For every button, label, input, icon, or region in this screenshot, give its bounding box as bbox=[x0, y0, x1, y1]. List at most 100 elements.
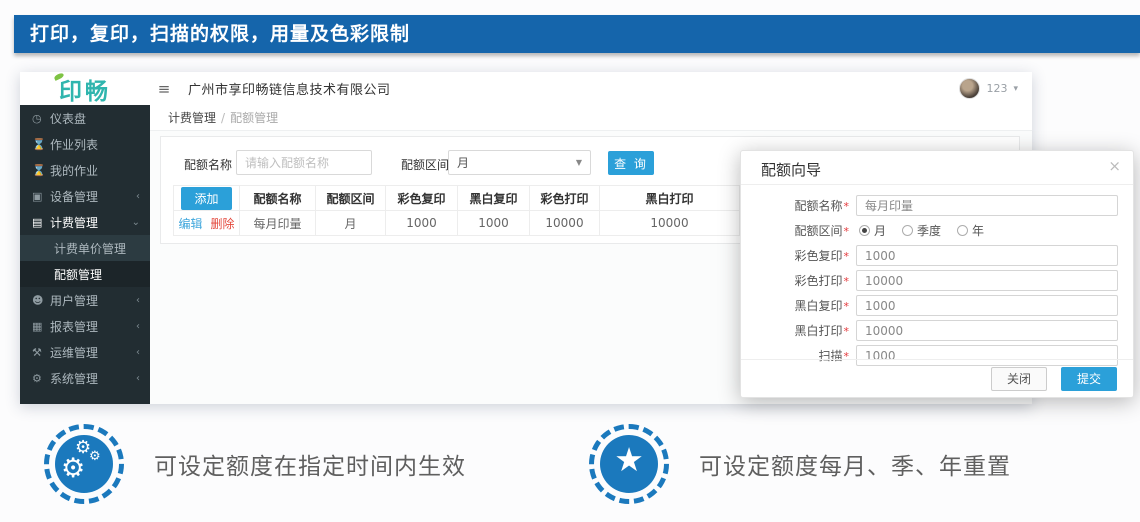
required-asterisk: * bbox=[844, 325, 850, 338]
quota-range-select[interactable]: 月 ▼ bbox=[448, 150, 591, 175]
radio-icon bbox=[957, 225, 968, 236]
chevron-down-icon: ▾ bbox=[1013, 84, 1018, 94]
quota-range-label: 配额区间 bbox=[401, 156, 449, 173]
sidebar-item-label: 计费管理 bbox=[50, 214, 98, 231]
required-asterisk: * bbox=[844, 225, 850, 238]
color-copy-field[interactable] bbox=[856, 245, 1118, 266]
field-label: 黑白打印* bbox=[741, 322, 849, 339]
radio-label: 月 bbox=[874, 222, 886, 239]
sidebar-item-device-mgmt[interactable]: ▣ 设备管理 ‹ bbox=[20, 183, 150, 209]
sidebar-item-billing-price-mgmt[interactable]: 计费单价管理 bbox=[20, 235, 150, 261]
chevron-down-icon: ⌄ bbox=[132, 217, 140, 228]
sidebar-item-billing-mgmt[interactable]: ▤ 计费管理 ⌄ bbox=[20, 209, 150, 235]
gear-icon: ⚙ bbox=[32, 372, 50, 385]
actions-header: 添加 bbox=[174, 186, 240, 211]
chevron-left-icon: ‹ bbox=[136, 295, 140, 306]
color-print-field[interactable] bbox=[856, 270, 1118, 291]
radio-label: 年 bbox=[972, 222, 984, 239]
column-header: 配额区间 bbox=[316, 186, 386, 211]
user-icon: ☻ bbox=[32, 294, 50, 307]
chevron-left-icon: ‹ bbox=[136, 373, 140, 384]
field-label: 彩色打印* bbox=[741, 272, 849, 289]
sidebar-item-my-jobs[interactable]: ⌛ 我的作业 bbox=[20, 157, 150, 183]
device-icon: ▣ bbox=[32, 190, 50, 203]
modal-title: 配额向导 bbox=[761, 159, 821, 180]
radio-quarter[interactable]: 季度 bbox=[902, 222, 941, 239]
sidebar-item-label: 作业列表 bbox=[50, 136, 98, 153]
banknote-icon: ▤ bbox=[32, 216, 50, 229]
quota-name-input[interactable] bbox=[236, 150, 372, 175]
sidebar-item-job-list[interactable]: ⌛ 作业列表 bbox=[20, 131, 150, 157]
sidebar-item-user-mgmt[interactable]: ☻ 用户管理 ‹ bbox=[20, 287, 150, 313]
close-button[interactable]: 关闭 bbox=[991, 367, 1047, 391]
modal-body: 配额名称* 配额区间* 月 季度 年 彩色复印* bbox=[741, 185, 1133, 359]
radio-year[interactable]: 年 bbox=[957, 222, 984, 239]
column-header: 彩色打印 bbox=[530, 186, 600, 211]
sidebar-item-label: 用户管理 bbox=[50, 292, 98, 309]
sidebar-item-label: 设备管理 bbox=[50, 188, 98, 205]
app-logo[interactable]: 印畅 bbox=[20, 72, 150, 106]
company-name: 广州市享印畅链信息技术有限公司 bbox=[188, 79, 391, 98]
breadcrumb-separator: / bbox=[221, 111, 225, 125]
app-header: 印畅 ≡ 广州市享印畅链信息技术有限公司 123 ▾ bbox=[20, 72, 1032, 105]
breadcrumb-parent[interactable]: 计费管理 bbox=[168, 109, 216, 126]
sidebar-item-system-mgmt[interactable]: ⚙ 系统管理 ‹ bbox=[20, 365, 150, 391]
cell-quota-name: 每月印量 bbox=[240, 211, 316, 236]
chevron-left-icon: ‹ bbox=[136, 191, 140, 202]
sidebar-item-label: 仪表盘 bbox=[50, 110, 86, 127]
radio-month[interactable]: 月 bbox=[859, 222, 886, 239]
field-row-mono-print: 黑白打印* bbox=[741, 318, 1133, 343]
feature-reset-cycle: ★ 可设定额度每月、季、年重置 bbox=[589, 424, 1011, 504]
user-menu[interactable]: 123 ▾ bbox=[959, 78, 1018, 99]
delete-link[interactable]: 删除 bbox=[211, 217, 235, 231]
modal-footer: 关闭 提交 bbox=[741, 359, 1133, 397]
quota-name-field[interactable] bbox=[856, 195, 1118, 216]
cell-quota-range: 月 bbox=[316, 211, 386, 236]
breadcrumb-current: 配额管理 bbox=[230, 109, 278, 126]
sidebar-item-ops-mgmt[interactable]: ⚒ 运维管理 ‹ bbox=[20, 339, 150, 365]
sidebar: ◷ 仪表盘 ⌛ 作业列表 ⌛ 我的作业 ▣ 设备管理 ‹ ▤ 计费管理 ⌄ 计费… bbox=[20, 105, 150, 404]
radio-label: 季度 bbox=[917, 222, 941, 239]
hourglass-icon: ⌛ bbox=[32, 138, 50, 151]
required-asterisk: * bbox=[844, 300, 850, 313]
banner-title: 打印，复印，扫描的权限，用量及色彩限制 bbox=[14, 15, 1140, 53]
column-header: 黑白打印 bbox=[600, 186, 740, 211]
sidebar-item-label: 配额管理 bbox=[54, 266, 102, 283]
required-asterisk: * bbox=[844, 275, 850, 288]
radio-icon bbox=[902, 225, 913, 236]
dashboard-icon: ◷ bbox=[32, 112, 50, 125]
close-icon[interactable]: × bbox=[1108, 157, 1121, 175]
row-actions: 编辑删除 bbox=[174, 211, 240, 236]
feature-text: 可设定额度在指定时间内生效 bbox=[154, 447, 466, 481]
column-header: 彩色复印 bbox=[386, 186, 458, 211]
hamburger-menu-icon[interactable]: ≡ bbox=[150, 80, 178, 98]
field-row-mono-copy: 黑白复印* bbox=[741, 293, 1133, 318]
logo-text: 印畅 bbox=[59, 78, 111, 105]
feature-text: 可设定额度每月、季、年重置 bbox=[699, 447, 1011, 481]
cell-color-print: 10000 bbox=[530, 211, 600, 236]
sidebar-item-dashboard[interactable]: ◷ 仪表盘 bbox=[20, 105, 150, 131]
field-row-color-copy: 彩色复印* bbox=[741, 243, 1133, 268]
column-header: 黑白复印 bbox=[458, 186, 530, 211]
star-icon: ★ bbox=[600, 435, 658, 493]
edit-link[interactable]: 编辑 bbox=[178, 217, 202, 231]
chevron-left-icon: ‹ bbox=[136, 321, 140, 332]
submit-button[interactable]: 提交 bbox=[1061, 367, 1117, 391]
caret-down-icon: ▼ bbox=[576, 158, 582, 167]
cell-mono-print: 10000 bbox=[600, 211, 740, 236]
search-button[interactable]: 查 询 bbox=[608, 151, 654, 175]
cell-color-copy: 1000 bbox=[386, 211, 458, 236]
sidebar-item-quota-mgmt[interactable]: 配额管理 bbox=[20, 261, 150, 287]
field-row-color-print: 彩色打印* bbox=[741, 268, 1133, 293]
avatar bbox=[959, 78, 980, 99]
mono-copy-field[interactable] bbox=[856, 295, 1118, 316]
sidebar-item-label: 报表管理 bbox=[50, 318, 98, 335]
sidebar-item-label: 我的作业 bbox=[50, 162, 98, 179]
quota-range-radio-group: 月 季度 年 bbox=[859, 222, 984, 239]
add-button[interactable]: 添加 bbox=[181, 187, 231, 210]
mono-print-field[interactable] bbox=[856, 320, 1118, 341]
field-row-quota-name: 配额名称* bbox=[741, 193, 1133, 218]
feature-effective-time: ⚙⚙⚙ 可设定额度在指定时间内生效 bbox=[44, 424, 466, 504]
field-label: 黑白复印* bbox=[741, 297, 849, 314]
sidebar-item-report-mgmt[interactable]: ▦ 报表管理 ‹ bbox=[20, 313, 150, 339]
